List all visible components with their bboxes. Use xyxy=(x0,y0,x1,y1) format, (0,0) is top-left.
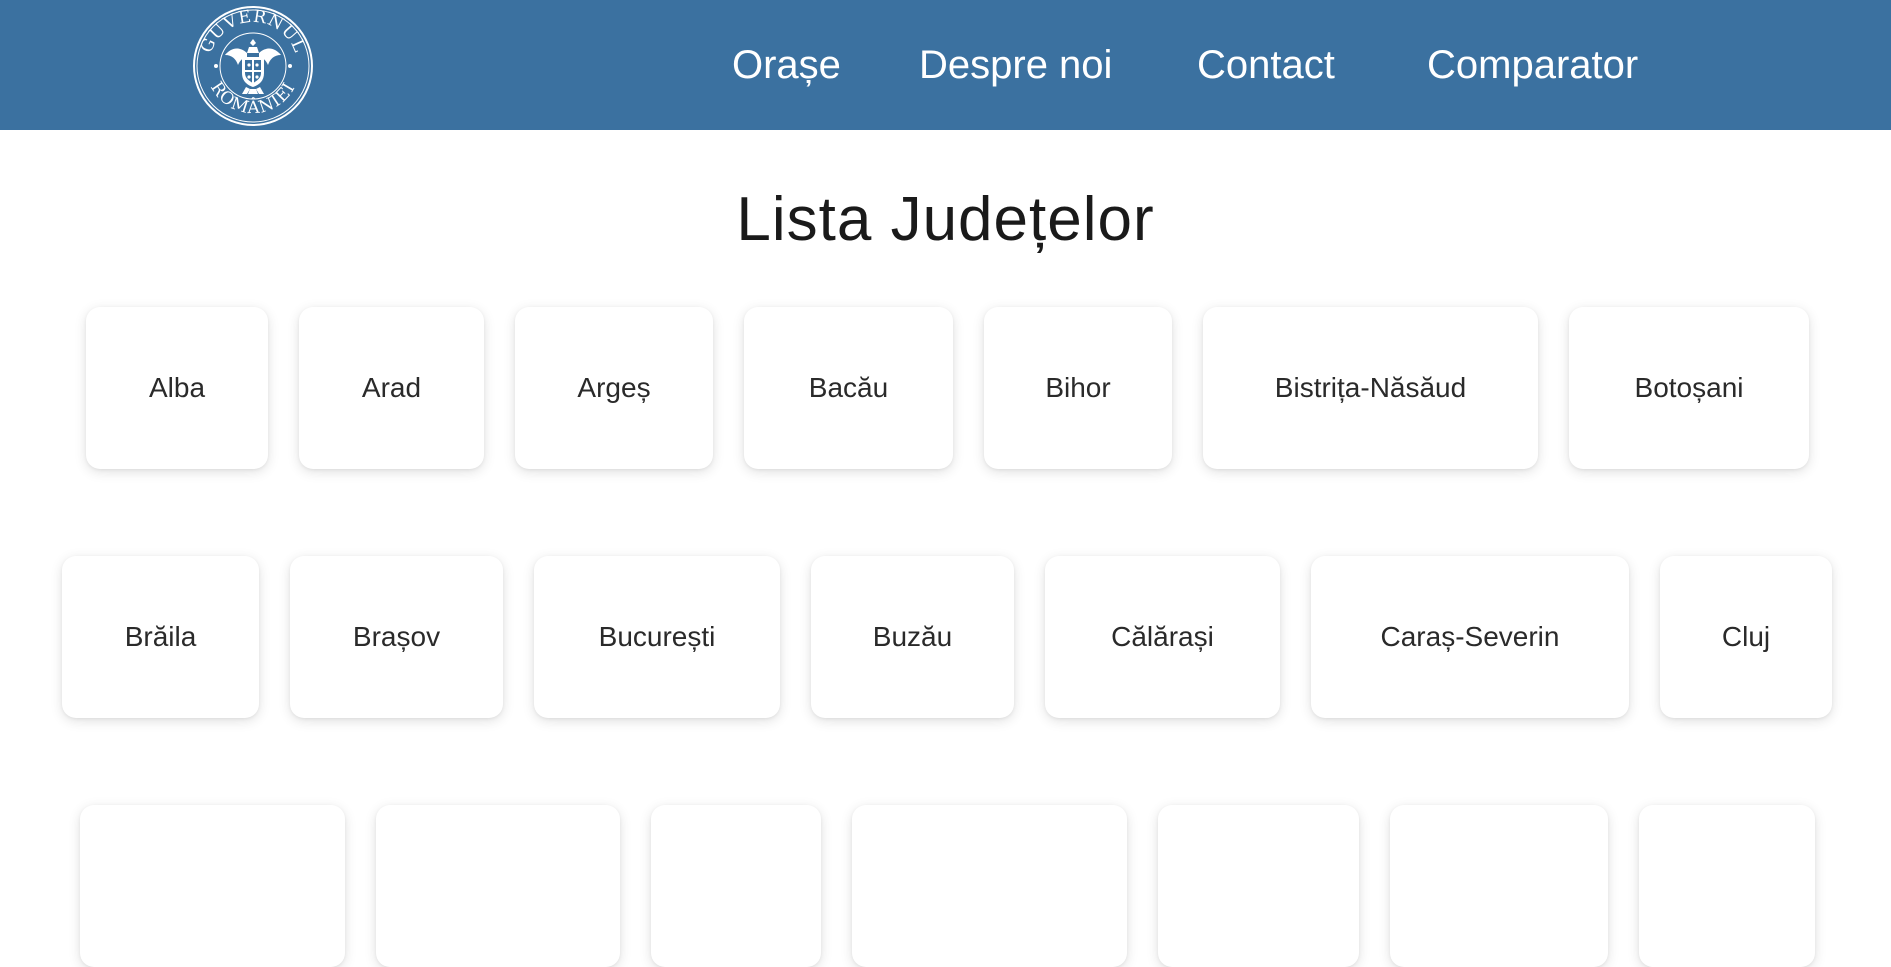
nav-link-despre-noi[interactable]: Despre noi xyxy=(919,0,1112,130)
county-card-caras-severin[interactable]: Caraș-Severin xyxy=(1311,556,1629,718)
county-card-brasov[interactable]: Brașov xyxy=(290,556,503,718)
county-card-bucuresti[interactable]: București xyxy=(534,556,780,718)
county-card[interactable] xyxy=(1639,805,1815,967)
county-card-bacau[interactable]: Bacău xyxy=(744,307,953,469)
county-card-alba[interactable]: Alba xyxy=(86,307,268,469)
nav-link-comparator[interactable]: Comparator xyxy=(1427,0,1638,130)
county-card-buzau[interactable]: Buzău xyxy=(811,556,1014,718)
nav-link-contact[interactable]: Contact xyxy=(1197,0,1335,130)
county-card[interactable] xyxy=(852,805,1127,967)
romanian-coat-of-arms-icon: GUVERNUL ROMÂNIEI xyxy=(193,6,313,126)
site-header: GUVERNUL ROMÂNIEI Orașe Despre noi Conta… xyxy=(0,0,1891,130)
county-card[interactable] xyxy=(1158,805,1359,967)
county-card-arad[interactable]: Arad xyxy=(299,307,484,469)
county-card-cluj[interactable]: Cluj xyxy=(1660,556,1832,718)
page-title: Lista Județelor xyxy=(736,185,1155,254)
county-card-botosani[interactable]: Botoșani xyxy=(1569,307,1809,469)
county-card-arges[interactable]: Argeș xyxy=(515,307,713,469)
county-card-braila[interactable]: Brăila xyxy=(62,556,259,718)
county-card[interactable] xyxy=(1390,805,1608,967)
county-card[interactable] xyxy=(651,805,821,967)
nav-link-orase[interactable]: Orașe xyxy=(732,0,841,130)
county-card[interactable] xyxy=(376,805,620,967)
county-card[interactable] xyxy=(80,805,345,967)
county-card-bihor[interactable]: Bihor xyxy=(984,307,1172,469)
county-card-calarasi[interactable]: Călărași xyxy=(1045,556,1280,718)
government-logo[interactable]: GUVERNUL ROMÂNIEI xyxy=(192,5,314,127)
county-card-bistrita-nasaud[interactable]: Bistrița-Năsăud xyxy=(1203,307,1538,469)
